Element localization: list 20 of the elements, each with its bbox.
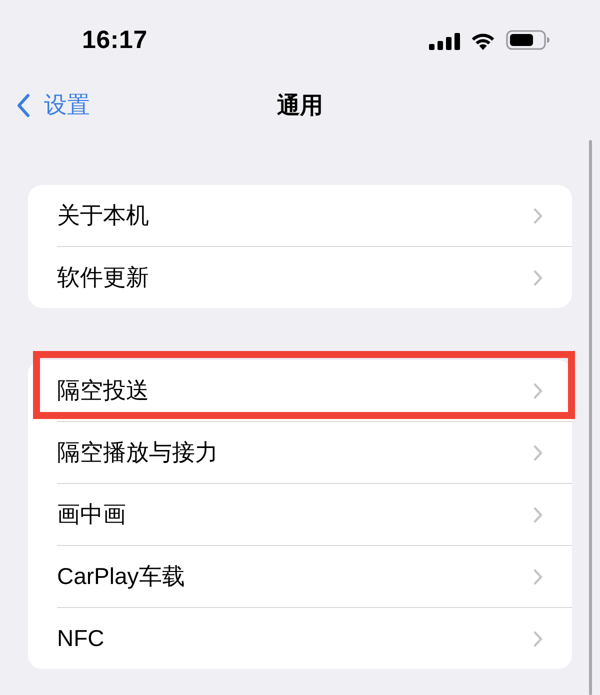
back-button[interactable]: 设置 xyxy=(16,90,90,120)
status-time: 16:17 xyxy=(82,26,148,54)
chevron-right-icon xyxy=(533,270,543,286)
settings-row[interactable]: 画中画 xyxy=(28,484,572,545)
chevron-right-icon xyxy=(533,208,543,224)
chevron-left-icon xyxy=(16,93,30,117)
settings-row[interactable]: 关于本机 xyxy=(28,185,572,246)
settings-row[interactable]: NFC xyxy=(28,608,572,669)
chevron-right-icon xyxy=(533,506,543,522)
settings-row[interactable]: 软件更新 xyxy=(28,247,572,308)
settings-row[interactable]: 隔空播放与接力 xyxy=(28,422,572,483)
chevron-right-icon xyxy=(533,382,543,398)
signal-icon xyxy=(429,32,460,50)
page-title: 通用 xyxy=(277,90,323,120)
chevron-right-icon xyxy=(533,568,543,584)
chevron-right-icon xyxy=(533,444,543,460)
settings-row[interactable]: 隔空投送 xyxy=(28,360,572,421)
chevron-right-icon xyxy=(533,630,543,646)
settings-row[interactable]: CarPlay车载 xyxy=(28,546,572,607)
battery-icon xyxy=(506,30,550,50)
